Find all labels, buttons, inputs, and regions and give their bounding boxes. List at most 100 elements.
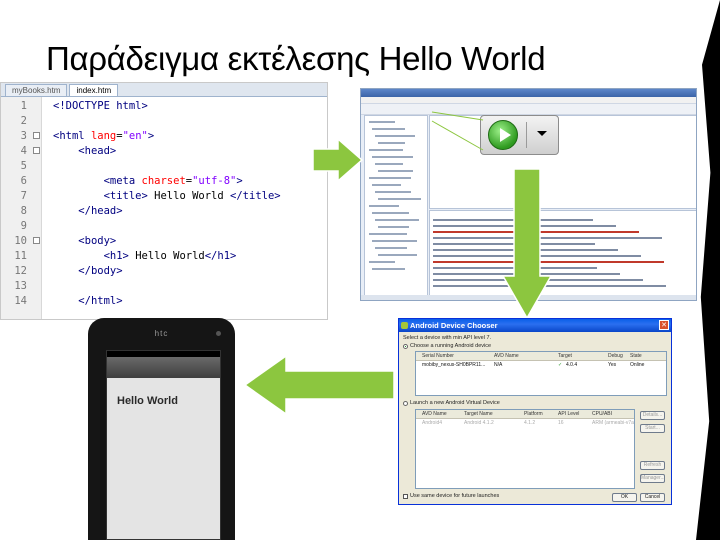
code-text: </body> [78, 265, 123, 277]
tree-item [378, 142, 405, 144]
tree-item [378, 254, 417, 256]
cell-target[interactable]: 4.0.4 [566, 362, 577, 369]
avd-cell-cpu: ARM (armeabi-v7a) [592, 420, 634, 426]
tree-item [369, 205, 399, 207]
col-avd-name-2[interactable]: AVD Name [422, 410, 447, 418]
col-avd-name[interactable]: AVD Name [494, 352, 519, 360]
same-device-checkbox[interactable] [403, 494, 408, 499]
details-button[interactable]: Details... [640, 411, 665, 420]
line-number: 12 [14, 265, 27, 277]
tree-item [372, 212, 409, 214]
line-number: 2 [20, 115, 27, 127]
right-arrow-icon [312, 137, 364, 183]
ide-toolbar [361, 104, 696, 115]
line-number: 6 [20, 175, 27, 187]
android-icon [401, 322, 408, 329]
tree-item [369, 177, 411, 179]
avd-cell-name: Android4 [422, 420, 443, 426]
radio-launch-avd[interactable] [403, 401, 408, 406]
dialog-title: Android Device Chooser [410, 321, 498, 330]
avd-cell-platform: 4.1.2 [524, 420, 536, 426]
tree-item [375, 135, 415, 137]
line-number: 7 [20, 190, 27, 202]
start-button[interactable]: Start... [640, 424, 665, 433]
col-api-level[interactable]: API Level [558, 410, 579, 418]
tab-mybooks[interactable]: myBooks.htm [5, 84, 68, 96]
tree-item [378, 226, 409, 228]
line-number: 3 [20, 130, 27, 142]
code-text: <body> [78, 235, 117, 247]
code-text: <meta charset="utf-8"> [103, 175, 243, 187]
run-button[interactable] [480, 115, 559, 155]
col-platform[interactable]: Platform [524, 410, 543, 418]
radio-running-device[interactable] [403, 344, 408, 349]
chevron-down-icon[interactable] [537, 131, 547, 136]
cancel-button[interactable]: Cancel [640, 493, 665, 502]
refresh-button[interactable]: Refresh [640, 461, 665, 470]
line-number: 8 [20, 205, 27, 217]
phone-screen: Hello World [106, 350, 221, 540]
tree-item [369, 121, 395, 123]
col-state[interactable]: State [630, 352, 642, 360]
ide-title-bar [361, 89, 696, 97]
col-target[interactable]: Target [558, 352, 572, 360]
same-device-label: Use same device for future launches [410, 493, 500, 499]
avd-cell-api: 16 [558, 420, 564, 426]
cell-avd[interactable]: N/A [494, 362, 502, 369]
radio-launch-label: Launch a new Android Virtual Device [410, 400, 500, 406]
radio-running-label: Choose a running Android device [410, 343, 492, 349]
running-devices-table: Serial Number AVD Name Target Debug Stat… [415, 351, 667, 396]
avd-table: AVD Name Target Name Platform API Level … [415, 409, 635, 489]
dialog-title-bar: Android Device Chooser ✕ [399, 319, 671, 332]
tree-item [372, 184, 401, 186]
line-number: 13 [14, 280, 27, 292]
code-text: <h1> Hello World</h1> [103, 250, 237, 262]
line-number: 14 [14, 295, 27, 307]
avd-cell-target: Android 4.1.2 [464, 420, 494, 426]
fold-toggle-icon[interactable] [33, 132, 40, 139]
cell-state[interactable]: Online [630, 362, 644, 369]
run-icon [488, 120, 518, 150]
ok-button[interactable]: OK [612, 493, 637, 502]
col-debug[interactable]: Debug [608, 352, 623, 360]
close-icon[interactable]: ✕ [659, 320, 669, 330]
code-text: </html> [78, 295, 123, 307]
editor-tabbar: myBooks.htm index.htm [1, 83, 327, 97]
code-editor: myBooks.htm index.htm 1 <!DOCTYPE html> 2 3… [0, 82, 328, 320]
tree-item [378, 170, 413, 172]
phone-brand-logo: htc [154, 329, 169, 338]
checkmark-icon: ✓ [558, 362, 563, 368]
fold-toggle-icon[interactable] [33, 147, 40, 154]
run-button-divider [526, 122, 527, 148]
fold-toggle-icon[interactable] [33, 237, 40, 244]
tree-item [378, 198, 421, 200]
tab-index[interactable]: index.htm [69, 84, 119, 96]
line-number: 9 [20, 220, 27, 232]
camera-icon [216, 331, 221, 336]
left-arrow-icon [243, 354, 395, 416]
phone-device: htc Hello World [88, 318, 235, 540]
code-text: </head> [78, 205, 123, 217]
code-text: <head> [78, 145, 117, 157]
cell-debug[interactable]: Yes [608, 362, 616, 369]
cell-serial[interactable]: mobiby_nexus-SH0BPR11... [422, 362, 485, 369]
col-target-name[interactable]: Target Name [464, 410, 493, 418]
tree-item [369, 233, 407, 235]
line-number: 1 [20, 100, 27, 112]
play-icon [500, 128, 511, 142]
tree-item [375, 247, 407, 249]
code-text: <title> Hello World </title> [103, 190, 281, 202]
device-chooser-dialog: Android Device Chooser ✕ Select a device… [398, 318, 672, 505]
torn-edge-decoration [696, 0, 720, 540]
tree-item [375, 219, 419, 221]
down-arrow-icon [501, 168, 553, 320]
code-area[interactable]: 1 <!DOCTYPE html> 2 3 <html lang="en"> 4 <hea… [1, 97, 327, 319]
manager-button[interactable]: Manager... [640, 474, 665, 483]
col-cpu-abi[interactable]: CPU/ABI [592, 410, 612, 418]
line-number: 4 [20, 145, 27, 157]
line-number: 5 [20, 160, 27, 172]
code-text: <html lang="en"> [53, 130, 155, 142]
app-hello-text: Hello World [117, 395, 178, 407]
tree-item [372, 128, 405, 130]
col-serial-number[interactable]: Serial Number [422, 352, 454, 360]
